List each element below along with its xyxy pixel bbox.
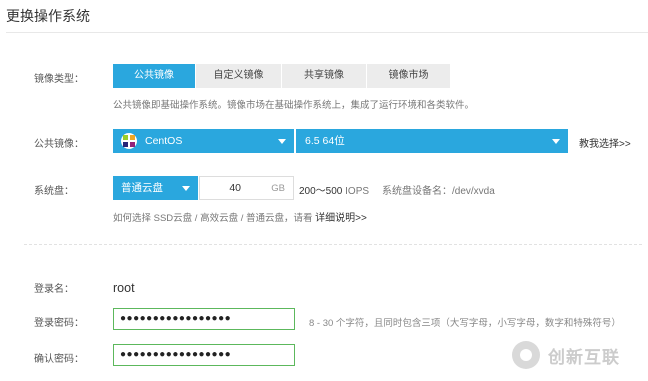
- chevron-down-icon: [552, 139, 560, 144]
- section-divider: [24, 244, 642, 245]
- system-disk-label: 系统盘：: [34, 186, 74, 197]
- password-input[interactable]: ●●●●●●●●●●●●●●●●●: [113, 308, 295, 330]
- chevron-down-icon: [182, 186, 190, 191]
- image-type-hint: 公共镜像即基础操作系统。镜像市场在基础操作系统上，集成了运行环境和各类软件。: [113, 100, 475, 111]
- os-select-value: CentOS: [145, 135, 183, 147]
- version-select-value: 6.5 64位: [305, 135, 345, 147]
- change-os-panel: 更换操作系统 镜像类型： 公共镜像 自定义镜像 共享镜像 镜像市场 公共镜像即基…: [0, 0, 648, 381]
- tab-image-market[interactable]: 镜像市场: [367, 64, 451, 88]
- version-select[interactable]: 6.5 64位: [296, 129, 568, 153]
- tab-shared-image[interactable]: 共享镜像: [282, 64, 367, 88]
- disk-device-name: 系统盘设备名：/dev/xvda: [382, 186, 495, 197]
- centos-logo-icon: [121, 133, 137, 149]
- disk-size-input[interactable]: 40 GB: [199, 176, 294, 200]
- password-hint: 8 - 30 个字符，且同时包含三项（大写字母，小写字母，数字和特殊符号）: [309, 318, 621, 329]
- logo-icon: [512, 341, 540, 369]
- disk-detail-link[interactable]: 详细说明>>: [315, 213, 367, 224]
- watermark-logo: 创新互联: [512, 340, 620, 370]
- disk-type-select[interactable]: 普通云盘: [113, 176, 198, 200]
- confirm-password-input[interactable]: ●●●●●●●●●●●●●●●●●: [113, 344, 295, 366]
- chevron-down-icon: [278, 139, 286, 144]
- page-title: 更换操作系统: [6, 8, 90, 24]
- disk-size-unit: GB: [271, 183, 285, 194]
- password-label: 登录密码：: [34, 318, 84, 329]
- os-select[interactable]: CentOS: [113, 129, 294, 153]
- image-type-label: 镜像类型：: [34, 74, 84, 85]
- public-image-label: 公共镜像：: [34, 139, 84, 150]
- tab-custom-image[interactable]: 自定义镜像: [196, 64, 282, 88]
- login-name-label: 登录名：: [34, 284, 74, 295]
- disk-size-value: 40: [229, 182, 241, 194]
- login-name-value: root: [113, 281, 135, 295]
- disk-type-value: 普通云盘: [121, 182, 163, 194]
- confirm-password-label: 确认密码：: [34, 354, 84, 365]
- watermark-text: 创新互联: [548, 347, 620, 367]
- help-choose-link[interactable]: 教我选择>>: [579, 135, 631, 150]
- tab-public-image[interactable]: 公共镜像: [113, 64, 196, 88]
- iops-range: 200～500 IOPS: [299, 186, 370, 197]
- disk-type-hint: 如何选择 SSD云盘 / 高效云盘 / 普通云盘，请看 详细说明>>: [113, 213, 367, 224]
- title-divider: [6, 32, 648, 33]
- image-type-tabs: 公共镜像 自定义镜像 共享镜像 镜像市场: [113, 64, 451, 88]
